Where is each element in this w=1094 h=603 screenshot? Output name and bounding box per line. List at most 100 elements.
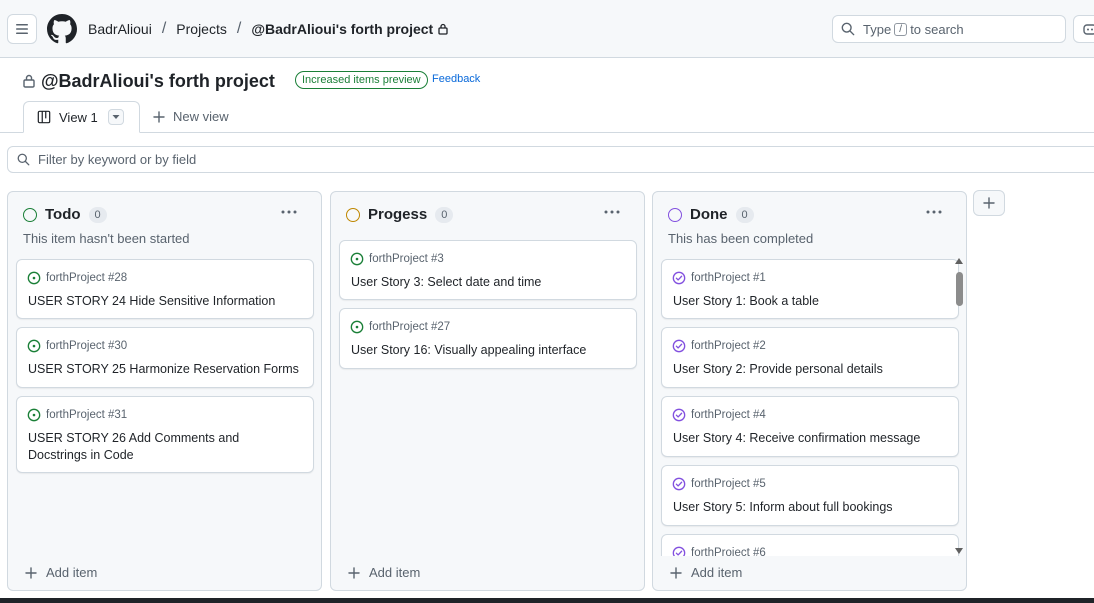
scrollbar[interactable] — [954, 258, 964, 554]
project-title: @BadrAlioui's forth project — [41, 70, 275, 91]
card-item[interactable]: forthProject #5 User Story 5: Inform abo… — [661, 465, 959, 526]
column-menu-button[interactable] — [279, 204, 299, 220]
card-title[interactable]: USER STORY 24 Hide Sensitive Information — [28, 293, 301, 310]
card-repo: forthProject #31 — [46, 409, 128, 421]
card-repo: forthProject #27 — [369, 321, 451, 333]
add-column-button[interactable] — [973, 190, 1005, 216]
add-item-button[interactable]: Add item — [348, 565, 420, 580]
board-icon — [37, 110, 51, 124]
card-title[interactable]: User Story 1: Book a table — [673, 293, 946, 310]
kebab-horizontal-icon — [604, 210, 620, 214]
card-title[interactable]: User Story 5: Inform about full bookings — [673, 499, 946, 516]
card-meta: forthProject #30 — [27, 339, 127, 353]
card-item[interactable]: forthProject #6 — [661, 534, 959, 556]
copilot-button[interactable] — [1073, 15, 1094, 43]
status-todo-icon — [23, 207, 37, 222]
card-title[interactable]: User Story 16: Visually appealing interf… — [351, 342, 624, 359]
search-prefix: Type — [863, 21, 892, 37]
filter-input[interactable]: Filter by keyword or by field — [7, 146, 1094, 173]
lock-icon — [438, 23, 448, 35]
issue-open-icon — [350, 252, 364, 266]
add-item-label: Add item — [691, 565, 743, 580]
add-item-label: Add item — [369, 565, 421, 580]
card-item[interactable]: forthProject #2 User Story 2: Provide pe… — [661, 327, 959, 388]
column-title: Todo — [45, 206, 81, 223]
card-repo: forthProject #6 — [691, 547, 766, 556]
status-progress-icon — [346, 207, 360, 222]
plus-icon — [25, 566, 37, 579]
tab-view-1[interactable]: View 1 — [23, 101, 140, 133]
column-menu-button[interactable] — [924, 204, 944, 220]
kebab-horizontal-icon — [281, 210, 297, 214]
filter-placeholder: Filter by keyword or by field — [38, 152, 197, 167]
breadcrumb-projects[interactable]: Projects — [176, 21, 227, 37]
search-icon — [17, 153, 30, 166]
column-title: Done — [690, 206, 728, 223]
card-item[interactable]: forthProject #30 USER STORY 25 Harmonize… — [16, 327, 314, 388]
new-view-button[interactable]: New view — [153, 109, 229, 124]
issue-closed-icon — [672, 271, 686, 285]
add-item-button[interactable]: Add item — [25, 565, 97, 580]
top-bar: BadrAlioui / Projects / @BadrAlioui's fo… — [0, 0, 1094, 58]
feedback-link[interactable]: Feedback — [432, 73, 480, 85]
plus-icon — [153, 110, 165, 123]
scrollbar-thumb[interactable] — [956, 272, 963, 306]
card-title[interactable]: User Story 2: Provide personal details — [673, 361, 946, 378]
search-shortcut-key: / — [894, 22, 908, 36]
plus-icon — [670, 566, 682, 579]
search-icon — [841, 22, 855, 36]
card-meta: forthProject #5 — [672, 477, 766, 491]
issue-open-icon — [350, 320, 364, 334]
issue-closed-icon — [672, 339, 686, 353]
status-done-icon — [668, 207, 682, 222]
issue-open-icon — [27, 408, 41, 422]
card-repo: forthProject #2 — [691, 340, 766, 352]
add-item-button[interactable]: Add item — [670, 565, 742, 580]
menu-button[interactable] — [7, 14, 37, 44]
github-logo-icon[interactable] — [47, 14, 77, 44]
card-item[interactable]: forthProject #27 User Story 16: Visually… — [339, 308, 637, 369]
lock-icon — [23, 74, 35, 88]
card-meta: forthProject #28 — [27, 271, 127, 285]
card-meta: forthProject #6 — [672, 546, 766, 556]
new-view-label: New view — [173, 109, 229, 124]
plus-icon — [348, 566, 360, 579]
card-repo: forthProject #4 — [691, 409, 766, 421]
card-repo: forthProject #5 — [691, 478, 766, 490]
column-todo: Todo 0 This item hasn't been started for… — [7, 191, 322, 591]
card-item[interactable]: forthProject #3 User Story 3: Select dat… — [339, 240, 637, 300]
issue-open-icon — [27, 271, 41, 285]
card-repo: forthProject #1 — [691, 272, 766, 284]
plus-icon — [983, 197, 995, 209]
issue-closed-icon — [672, 408, 686, 422]
column-count: 0 — [435, 206, 454, 223]
column-progess: Progess 0 forthProject #3 User Story 3: … — [330, 191, 645, 591]
scroll-up-arrow-icon[interactable] — [955, 258, 963, 264]
breadcrumb-owner[interactable]: BadrAlioui — [88, 21, 152, 37]
card-repo: forthProject #30 — [46, 340, 128, 352]
card-list[interactable]: forthProject #1 User Story 1: Book a tab… — [653, 250, 966, 556]
column-header: Todo 0 — [23, 206, 107, 223]
card-title[interactable]: User Story 4: Receive confirmation messa… — [673, 430, 946, 447]
card-title[interactable]: USER STORY 25 Harmonize Reservation Form… — [28, 361, 301, 378]
search-input[interactable]: Type / to search — [832, 15, 1066, 43]
card-title[interactable]: USER STORY 26 Add Comments and Docstring… — [28, 430, 301, 464]
card-item[interactable]: forthProject #1 User Story 1: Book a tab… — [661, 259, 959, 319]
card-repo: forthProject #28 — [46, 272, 128, 284]
card-item[interactable]: forthProject #28 USER STORY 24 Hide Sens… — [16, 259, 314, 319]
breadcrumb-project[interactable]: @BadrAlioui's forth project — [251, 21, 433, 37]
issue-open-icon — [27, 339, 41, 353]
card-meta: forthProject #2 — [672, 339, 766, 353]
kebab-horizontal-icon — [926, 210, 942, 214]
card-meta: forthProject #3 — [350, 252, 444, 266]
triangle-down-icon — [112, 115, 120, 119]
page-title: @BadrAlioui's forth project — [23, 70, 275, 92]
scroll-down-arrow-icon[interactable] — [955, 548, 963, 554]
view-options-dropdown[interactable] — [107, 109, 124, 125]
card-item[interactable]: forthProject #4 User Story 4: Receive co… — [661, 396, 959, 457]
card-title[interactable]: User Story 3: Select date and time — [351, 274, 624, 291]
column-title: Progess — [368, 206, 428, 223]
card-item[interactable]: forthProject #31 USER STORY 26 Add Comme… — [16, 396, 314, 473]
column-menu-button[interactable] — [602, 204, 622, 220]
search-suffix: to search — [910, 21, 964, 37]
